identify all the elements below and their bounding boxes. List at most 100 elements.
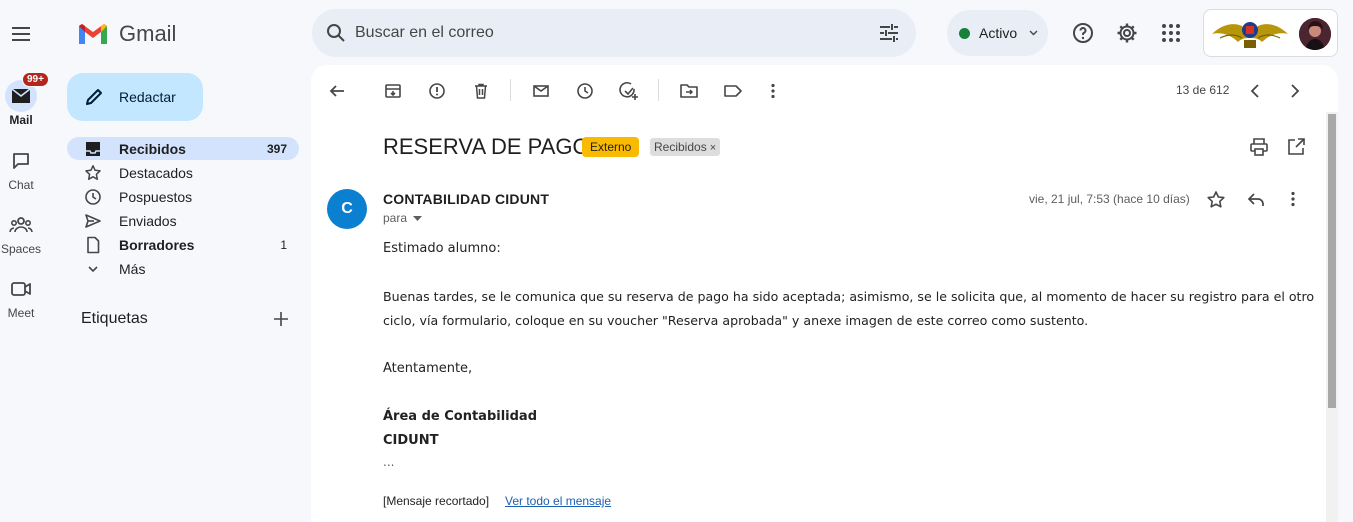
nav-label-more: Más xyxy=(119,261,146,277)
nav-count-inbox: 397 xyxy=(266,142,287,156)
trimmed-content-toggle[interactable]: ... xyxy=(383,455,394,469)
open-new-window-button[interactable] xyxy=(1286,137,1306,157)
folder-move-icon xyxy=(680,84,698,98)
search-input[interactable]: Buscar en el correo xyxy=(355,24,494,42)
support-button[interactable] xyxy=(1071,21,1095,45)
scrollbar[interactable] xyxy=(1326,112,1338,522)
nav-count-drafts: 1 xyxy=(280,238,287,252)
nav-item-drafts[interactable]: Borradores 1 xyxy=(67,233,299,256)
status-selector[interactable]: Activo xyxy=(947,10,1048,56)
search-options-icon[interactable] xyxy=(878,22,900,44)
nav-item-sent[interactable]: Enviados xyxy=(67,209,299,232)
add-to-tasks-button[interactable] xyxy=(617,79,641,103)
sender-name[interactable]: CONTABILIDAD CIDUNT xyxy=(383,191,549,207)
nav-item-snoozed[interactable]: Pospuestos xyxy=(67,185,299,208)
view-full-message-link[interactable]: Ver todo el mensaje xyxy=(505,494,611,508)
gear-icon xyxy=(1117,23,1137,43)
spaces-icon xyxy=(9,217,33,233)
delete-button[interactable] xyxy=(469,79,493,103)
label-icon xyxy=(724,85,742,97)
unread-badge: 99+ xyxy=(22,72,49,87)
toolbar-divider xyxy=(510,79,511,101)
gmail-logo[interactable]: Gmail xyxy=(77,20,187,48)
report-spam-button[interactable] xyxy=(425,79,449,103)
scrollbar-thumb[interactable] xyxy=(1328,114,1336,408)
nav-item-more[interactable]: Más xyxy=(67,257,299,280)
settings-button[interactable] xyxy=(1115,21,1139,45)
rail-label-meet: Meet xyxy=(7,306,35,320)
hamburger-icon xyxy=(12,27,30,41)
apps-grid-icon xyxy=(1162,24,1180,42)
apps-button[interactable] xyxy=(1159,21,1183,45)
gmail-m-icon xyxy=(79,24,107,44)
print-button[interactable] xyxy=(1249,137,1269,157)
newer-button[interactable] xyxy=(1243,79,1267,103)
mail-icon xyxy=(11,88,31,103)
more-vert-icon xyxy=(771,83,775,99)
nav-label-sent: Enviados xyxy=(119,213,177,229)
search-bar[interactable]: Buscar en el correo xyxy=(312,9,916,57)
label-chip-text: Recibidos xyxy=(654,140,707,154)
nav-label-starred: Destacados xyxy=(119,165,193,181)
email-date: vie, 21 jul, 7:53 (hace 10 días) xyxy=(1029,192,1190,206)
toolbar-divider xyxy=(658,79,659,101)
email-greeting: Estimado alumno: xyxy=(383,241,501,256)
rail-item-mail[interactable]: 99+ Mail xyxy=(0,72,49,127)
caret-down-icon xyxy=(413,216,422,221)
message-more-button[interactable] xyxy=(1290,191,1300,209)
signature-department: Área de Contabilidad xyxy=(383,409,538,424)
mark-unread-button[interactable] xyxy=(529,79,553,103)
create-label-button[interactable] xyxy=(272,310,290,328)
account-switcher[interactable] xyxy=(1203,9,1338,57)
more-options-button[interactable] xyxy=(761,79,785,103)
profile-photo-icon xyxy=(1299,18,1331,50)
remove-label-icon[interactable]: × xyxy=(710,142,716,154)
rail-item-meet[interactable]: Meet xyxy=(0,273,42,320)
alert-icon xyxy=(429,83,445,99)
signature-organization: CIDUNT xyxy=(383,433,439,448)
email-panel: 13 de 612 RESERVA DE PAGO Externo Recibi… xyxy=(311,65,1338,522)
move-to-button[interactable] xyxy=(677,79,701,103)
status-dot-icon xyxy=(959,28,970,39)
avatar[interactable] xyxy=(1299,18,1331,50)
nav-label-drafts: Borradores xyxy=(119,237,195,253)
app-name: Gmail xyxy=(119,21,177,46)
main-menu-button[interactable] xyxy=(9,22,33,46)
recipients-label: para xyxy=(383,211,408,225)
labels-button[interactable] xyxy=(721,79,745,103)
rail-item-spaces[interactable]: Spaces xyxy=(0,209,42,256)
trash-icon xyxy=(475,83,487,99)
compose-label: Redactar xyxy=(119,89,176,105)
rail-label-spaces: Spaces xyxy=(0,242,42,256)
nav-item-inbox[interactable]: Recibidos 397 xyxy=(67,137,299,160)
reply-button[interactable] xyxy=(1246,190,1266,210)
chevron-down-icon xyxy=(88,266,98,273)
printer-icon xyxy=(1250,138,1268,156)
older-button[interactable] xyxy=(1283,79,1307,103)
search-icon xyxy=(327,24,345,42)
star-button[interactable] xyxy=(1206,190,1226,210)
snooze-button[interactable] xyxy=(573,79,597,103)
star-icon xyxy=(85,165,101,180)
organization-logo xyxy=(1212,22,1288,48)
add-task-icon xyxy=(619,81,638,100)
archive-button[interactable] xyxy=(381,79,405,103)
pagination-text: 13 de 612 xyxy=(1176,83,1230,97)
envelope-icon xyxy=(533,85,549,97)
nav-label-snoozed: Pospuestos xyxy=(119,189,193,205)
back-button[interactable] xyxy=(325,79,349,103)
arrow-back-icon xyxy=(329,85,344,97)
inbox-label-chip[interactable]: Recibidos × xyxy=(650,138,721,156)
clipped-message-note: [Mensaje recortado] xyxy=(383,494,490,508)
open-in-new-icon xyxy=(1288,138,1305,155)
email-subject: RESERVA DE PAGO xyxy=(383,134,590,159)
plus-icon xyxy=(274,312,288,326)
email-paragraph-line1: Buenas tardes, se le comunica que su res… xyxy=(383,289,1315,304)
archive-icon xyxy=(385,84,401,98)
chevron-left-icon xyxy=(1250,84,1259,98)
nav-item-starred[interactable]: Destacados xyxy=(67,161,299,184)
email-closing: Atentamente, xyxy=(383,361,473,376)
sender-avatar[interactable]: C xyxy=(327,189,367,229)
rail-item-chat[interactable]: Chat xyxy=(0,145,42,192)
compose-button[interactable]: Redactar xyxy=(67,73,203,121)
